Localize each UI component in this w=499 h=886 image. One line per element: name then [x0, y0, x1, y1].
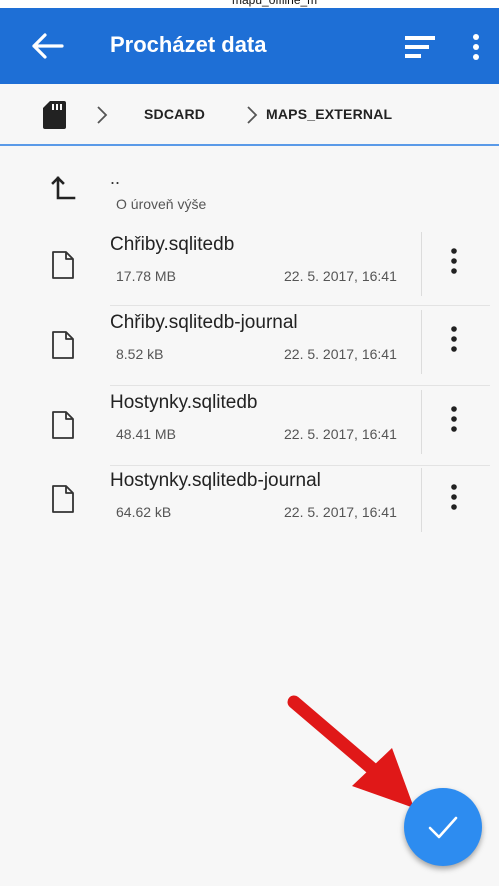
- file-name: Chřiby.sqlitedb-journal: [110, 312, 298, 333]
- file-name: Hostynky.sqlitedb: [110, 392, 258, 413]
- chevron-right-icon: [247, 106, 258, 124]
- parent-label: O úroveň výše: [116, 196, 207, 212]
- file-size: 8.52 kB: [116, 346, 164, 362]
- breadcrumb: SDCARD MAPS_EXTERNAL: [0, 84, 499, 146]
- breadcrumb-item-sdcard[interactable]: SDCARD: [144, 106, 205, 122]
- divider: [421, 310, 422, 374]
- file-icon: [52, 411, 74, 439]
- red-arrow-icon: [287, 695, 414, 808]
- file-date: 22. 5. 2017, 16:41: [284, 504, 397, 520]
- file-icon: [52, 485, 74, 513]
- file-size: 48.41 MB: [116, 426, 176, 442]
- file-date: 22. 5. 2017, 16:41: [284, 426, 397, 442]
- file-date: 22. 5. 2017, 16:41: [284, 346, 397, 362]
- file-list: .. O úroveň výše Chřiby.sqlitedb 17.78 M…: [0, 146, 499, 886]
- more-vertical-icon[interactable]: [468, 32, 484, 62]
- list-item[interactable]: Hostynky.sqlitedb-journal 64.62 kB 22. 5…: [0, 466, 499, 544]
- more-vertical-icon[interactable]: [444, 404, 464, 434]
- file-date: 22. 5. 2017, 16:41: [284, 268, 397, 284]
- file-icon: [52, 251, 74, 279]
- top-fragment-text: mapu_offline_mapy: [232, 0, 317, 7]
- page-title: Procházet data: [110, 32, 267, 57]
- divider: [421, 232, 422, 296]
- more-vertical-icon[interactable]: [444, 246, 464, 276]
- more-vertical-icon[interactable]: [444, 324, 464, 354]
- chevron-right-icon: [97, 106, 108, 124]
- sort-lines-icon[interactable]: [403, 32, 437, 62]
- file-size: 64.62 kB: [116, 504, 172, 520]
- file-name: Chřiby.sqlitedb: [110, 234, 235, 255]
- breadcrumb-item-maps-external[interactable]: MAPS_EXTERNAL: [266, 106, 392, 122]
- list-item[interactable]: Chřiby.sqlitedb 17.78 MB 22. 5. 2017, 16…: [0, 228, 499, 306]
- divider: [421, 390, 422, 454]
- top-strip: mapu_offline_mapy: [0, 0, 499, 8]
- list-item-parent[interactable]: .. O úroveň výše: [0, 154, 499, 232]
- parent-dots: ..: [110, 168, 121, 188]
- list-item[interactable]: Chřiby.sqlitedb-journal 8.52 kB 22. 5. 2…: [0, 308, 499, 386]
- level-up-icon: [51, 176, 76, 200]
- arrow-left-icon[interactable]: [30, 30, 66, 62]
- row-divider: [110, 385, 490, 386]
- sd-card-icon[interactable]: [42, 100, 66, 130]
- divider: [421, 468, 422, 532]
- more-vertical-icon[interactable]: [444, 482, 464, 512]
- file-name: Hostynky.sqlitedb-journal: [110, 470, 321, 491]
- list-item[interactable]: Hostynky.sqlitedb 48.41 MB 22. 5. 2017, …: [0, 388, 499, 466]
- app-bar: Procházet data: [0, 8, 499, 84]
- file-icon: [52, 331, 74, 359]
- check-icon: [428, 816, 458, 839]
- confirm-fab-button[interactable]: [404, 788, 482, 866]
- row-divider: [110, 305, 490, 306]
- file-size: 17.78 MB: [116, 268, 176, 284]
